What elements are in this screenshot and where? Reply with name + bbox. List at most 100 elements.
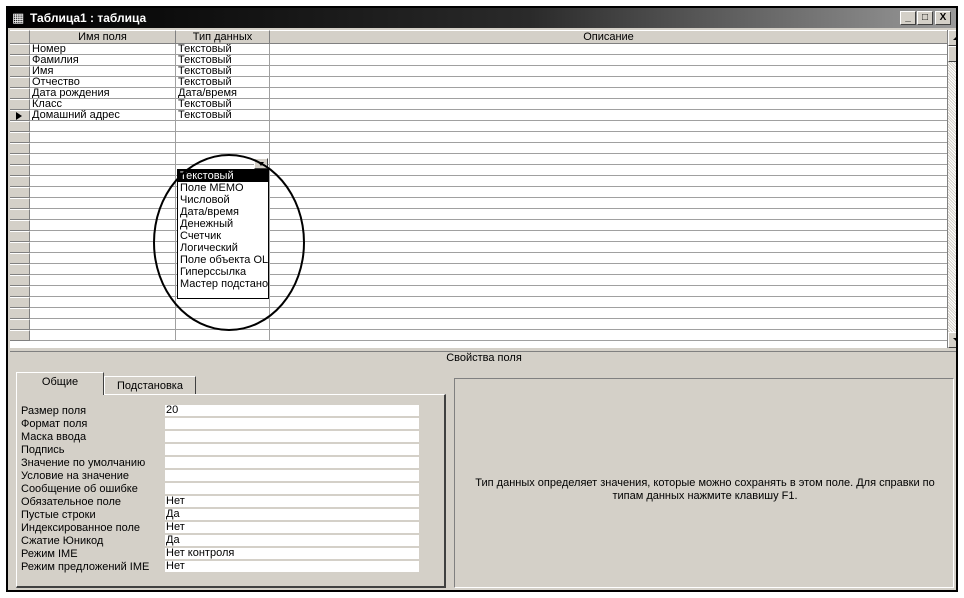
description-cell[interactable] [270, 154, 947, 165]
description-cell[interactable] [270, 209, 947, 220]
row-selector[interactable] [10, 308, 30, 319]
description-cell[interactable] [270, 66, 947, 77]
field-name-cell[interactable]: Фамилия [30, 55, 176, 66]
data-type-cell[interactable]: Текстовый [176, 77, 270, 88]
description-cell[interactable] [270, 110, 947, 121]
description-cell[interactable] [270, 176, 947, 187]
property-value[interactable]: Нет [165, 561, 419, 573]
data-type-cell[interactable]: Текстовый [176, 99, 270, 110]
dropdown-option[interactable]: Счетчик [178, 230, 268, 242]
dropdown-option[interactable]: Гиперссылка [178, 266, 268, 278]
dropdown-option[interactable]: Мастер подстановок... [178, 278, 268, 290]
description-cell[interactable] [270, 99, 947, 110]
data-type-cell[interactable] [176, 308, 270, 319]
data-type-cell[interactable] [176, 319, 270, 330]
property-value[interactable] [165, 418, 419, 430]
row-selector[interactable] [10, 110, 30, 121]
field-name-cell[interactable] [30, 198, 176, 209]
data-type-cell[interactable]: Текстовый [176, 44, 270, 55]
dropdown-option[interactable]: Денежный [178, 218, 268, 230]
description-cell[interactable] [270, 220, 947, 231]
field-name-cell[interactable] [30, 286, 176, 297]
data-type-cell[interactable]: Текстовый [176, 55, 270, 66]
description-cell[interactable] [270, 286, 947, 297]
data-type-dropdown-button[interactable] [254, 158, 268, 169]
description-cell[interactable] [270, 319, 947, 330]
dropdown-option[interactable]: Текстовый [178, 170, 268, 182]
data-type-cell[interactable] [176, 121, 270, 132]
data-type-cell[interactable] [176, 330, 270, 341]
row-selector[interactable] [10, 220, 30, 231]
description-cell[interactable] [270, 55, 947, 66]
row-selector[interactable] [10, 77, 30, 88]
row-selector[interactable] [10, 231, 30, 242]
field-name-cell[interactable] [30, 176, 176, 187]
row-selector[interactable] [10, 330, 30, 341]
scroll-thumb[interactable] [948, 46, 956, 62]
data-type-cell[interactable]: Дата/время [176, 88, 270, 99]
scroll-up-button[interactable] [948, 30, 956, 46]
property-value[interactable] [165, 431, 419, 443]
dropdown-option[interactable]: Поле MEMO [178, 182, 268, 194]
field-name-cell[interactable]: Домашний адрес [30, 110, 176, 121]
field-name-cell[interactable]: Класс [30, 99, 176, 110]
row-selector[interactable] [10, 66, 30, 77]
minimize-button[interactable]: _ [900, 11, 916, 25]
description-cell[interactable] [270, 121, 947, 132]
select-all-corner[interactable] [10, 30, 30, 44]
field-name-cell[interactable] [30, 121, 176, 132]
field-name-cell[interactable] [30, 308, 176, 319]
row-selector[interactable] [10, 165, 30, 176]
field-name-cell[interactable] [30, 319, 176, 330]
property-value[interactable] [165, 457, 419, 469]
field-name-cell[interactable] [30, 253, 176, 264]
description-cell[interactable] [270, 297, 947, 308]
row-selector[interactable] [10, 88, 30, 99]
row-selector[interactable] [10, 99, 30, 110]
vertical-scrollbar[interactable] [948, 30, 956, 348]
field-name-cell[interactable]: Дата рождения [30, 88, 176, 99]
row-selector[interactable] [10, 264, 30, 275]
title-bar[interactable]: ▦ Таблица1 : таблица _ □ X [8, 8, 956, 28]
row-selector[interactable] [10, 121, 30, 132]
row-selector[interactable] [10, 55, 30, 66]
row-selector[interactable] [10, 44, 30, 55]
field-name-cell[interactable] [30, 132, 176, 143]
property-value[interactable] [165, 444, 419, 456]
description-cell[interactable] [270, 264, 947, 275]
property-value[interactable]: Нет контроля [165, 548, 419, 560]
data-type-cell[interactable] [176, 132, 270, 143]
row-selector[interactable] [10, 275, 30, 286]
description-cell[interactable] [270, 165, 947, 176]
property-value[interactable]: 20 [165, 405, 419, 417]
row-selector[interactable] [10, 209, 30, 220]
maximize-button[interactable]: □ [917, 11, 933, 25]
field-name-cell[interactable] [30, 143, 176, 154]
row-selector[interactable] [10, 253, 30, 264]
description-cell[interactable] [270, 330, 947, 341]
row-selector[interactable] [10, 297, 30, 308]
data-type-cell[interactable] [176, 143, 270, 154]
property-value[interactable] [165, 483, 419, 495]
property-value[interactable] [165, 470, 419, 482]
scroll-down-button[interactable] [948, 332, 956, 348]
row-selector[interactable] [10, 154, 30, 165]
tab-lookup[interactable]: Подстановка [104, 376, 196, 396]
row-selector[interactable] [10, 143, 30, 154]
field-name-cell[interactable] [30, 209, 176, 220]
field-name-cell[interactable]: Отчество [30, 77, 176, 88]
field-name-cell[interactable] [30, 264, 176, 275]
property-value[interactable]: Нет [165, 522, 419, 534]
row-selector[interactable] [10, 319, 30, 330]
field-name-cell[interactable] [30, 154, 176, 165]
row-selector[interactable] [10, 198, 30, 209]
field-name-cell[interactable] [30, 165, 176, 176]
dropdown-option[interactable]: Дата/время [178, 206, 268, 218]
field-name-cell[interactable] [30, 187, 176, 198]
field-name-cell[interactable] [30, 242, 176, 253]
description-cell[interactable] [270, 88, 947, 99]
field-name-cell[interactable]: Имя [30, 66, 176, 77]
description-cell[interactable] [270, 308, 947, 319]
description-cell[interactable] [270, 231, 947, 242]
description-cell[interactable] [270, 132, 947, 143]
